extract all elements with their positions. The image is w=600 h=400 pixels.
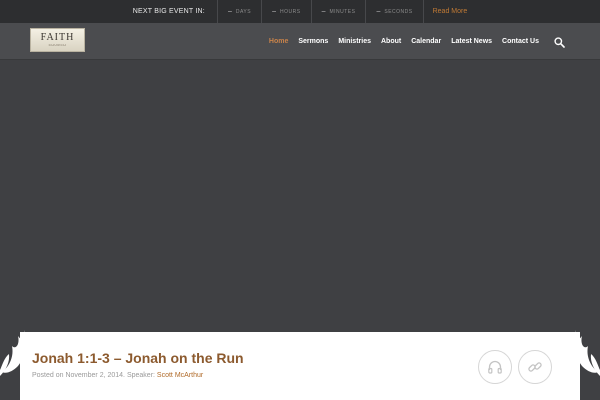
- countdown-minutes: – MINUTES: [310, 0, 366, 23]
- main-nav: Home Sermons Ministries About Calendar L…: [259, 23, 539, 60]
- event-label: NEXT BIG EVENT IN:: [132, 8, 205, 15]
- sermon-post-card: Jonah 1:1-3 – Jonah on the Run Posted on…: [20, 332, 580, 400]
- nav-item-contact-us[interactable]: Contact Us: [502, 38, 539, 45]
- countdown-hours: – HOURS: [261, 0, 310, 23]
- nav-item-latest-news[interactable]: Latest News: [451, 38, 492, 45]
- read-more-link[interactable]: Read More: [422, 0, 467, 23]
- hero-banner: [0, 60, 600, 332]
- logo-wordmark: FAITH: [40, 31, 75, 43]
- countdown-seconds-unit: SECONDS: [384, 8, 413, 15]
- nav-item-about[interactable]: About: [381, 38, 401, 45]
- countdown-hours-unit: HOURS: [280, 8, 301, 15]
- countdown-days-unit: DAYS: [235, 8, 252, 15]
- countdown-days: – DAYS: [216, 0, 261, 23]
- nav-item-sermons[interactable]: Sermons: [298, 38, 328, 45]
- countdown-hours-value: –: [272, 8, 276, 15]
- link-icon: [528, 362, 542, 372]
- countdown-days-value: –: [227, 8, 232, 15]
- nav-item-home[interactable]: Home: [269, 38, 288, 45]
- site-header: FAITH CHURCH Home Sermons Ministries Abo…: [0, 23, 600, 60]
- post-title[interactable]: Jonah 1:1-3 – Jonah on the Run: [32, 350, 244, 366]
- logo-subtitle: CHURCH: [48, 42, 67, 47]
- countdown-minutes-value: –: [321, 8, 326, 15]
- countdown-seconds: – SECONDS: [365, 0, 422, 23]
- event-countdown-bar: NEXT BIG EVENT IN: – DAYS – HOURS – MINU…: [0, 0, 600, 23]
- post-meta-text: Posted on November 2, 2014. Speaker:: [32, 372, 157, 379]
- nav-item-ministries[interactable]: Ministries: [338, 38, 371, 45]
- headphones-icon: [488, 360, 502, 374]
- listen-audio-button[interactable]: [478, 350, 512, 384]
- speaker-link[interactable]: Scott McArthur: [157, 372, 203, 379]
- post-meta: Posted on November 2, 2014. Speaker: Sco…: [32, 372, 203, 379]
- countdown-seconds-value: –: [376, 8, 381, 15]
- search-icon[interactable]: [554, 35, 565, 48]
- site-logo[interactable]: FAITH CHURCH: [30, 28, 85, 52]
- countdown-minutes-unit: MINUTES: [329, 8, 356, 15]
- sermon-link-button[interactable]: [518, 350, 552, 384]
- nav-item-calendar[interactable]: Calendar: [411, 38, 441, 45]
